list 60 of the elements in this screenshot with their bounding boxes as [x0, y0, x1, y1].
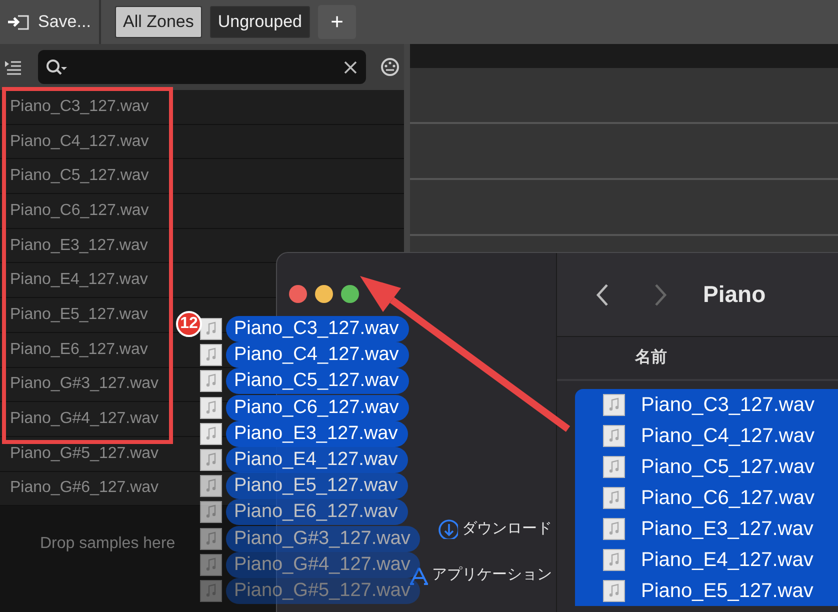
back-icon[interactable]: [595, 282, 611, 306]
folder-arrow-icon: [6, 13, 30, 31]
audio-file-icon: [200, 344, 222, 366]
dragged-file: Piano_E5_127.wav: [226, 473, 408, 500]
sample-name[interactable]: Piano_G#6_127.wav: [10, 476, 159, 500]
audio-file-icon: [603, 456, 625, 478]
file-row[interactable]: Piano_C6_127.wav: [575, 482, 838, 513]
audio-file-icon: [603, 580, 625, 602]
audio-file-icon: [200, 449, 222, 472]
sample-name[interactable]: Piano_E6_127.wav: [10, 338, 148, 362]
sample-name[interactable]: Piano_E5_127.wav: [10, 302, 148, 327]
folder-title: Piano: [703, 280, 766, 310]
dragged-file: Piano_C6_127.wav: [226, 394, 409, 421]
dragged-file: Piano_G#5_127.wav: [226, 578, 420, 604]
gauge-icon[interactable]: [380, 57, 400, 77]
sidebar-item[interactable]: アプリケーション: [432, 564, 552, 586]
audio-file-icon: [200, 422, 222, 445]
dragged-file: Piano_C4_127.wav: [226, 342, 409, 368]
drop-hint: Drop samples here: [40, 534, 176, 554]
file-row[interactable]: Piano_E5_127.wav: [575, 575, 838, 606]
dragged-file: Piano_E3_127.wav: [226, 420, 408, 447]
sample-name[interactable]: Piano_G#3_127.wav: [10, 372, 159, 396]
dragged-file: Piano_E6_127.wav: [226, 499, 408, 526]
audio-file-icon: [603, 394, 625, 416]
zone-tab[interactable]: All Zones: [115, 6, 202, 38]
column-header[interactable]: 名前: [635, 346, 667, 370]
dragged-file: Piano_C5_127.wav: [226, 368, 409, 394]
audio-file-icon: [200, 554, 222, 576]
audio-file-icon: [200, 580, 222, 602]
dragged-file: Piano_C3_127.wav: [226, 316, 409, 342]
sidebar-item[interactable]: ダウンロード: [462, 518, 552, 540]
list-icon[interactable]: [4, 58, 22, 76]
minimize-button[interactable]: [315, 285, 333, 303]
audio-file-icon: [603, 424, 625, 446]
zoom-button[interactable]: [341, 285, 359, 303]
audio-file-icon: [603, 486, 625, 508]
audio-file-icon: [200, 396, 222, 419]
audio-file-icon: [603, 518, 625, 540]
file-row[interactable]: Piano_C5_127.wav: [575, 451, 838, 482]
dragged-file: Piano_G#3_127.wav: [226, 526, 420, 552]
audio-file-icon: [603, 548, 625, 570]
audio-file-icon: [200, 475, 222, 498]
search-icon[interactable]: [46, 58, 68, 76]
file-row[interactable]: Piano_E4_127.wav: [575, 544, 838, 575]
audio-file-icon: [200, 501, 222, 524]
file-row[interactable]: Piano_C3_127.wav: [575, 389, 838, 420]
audio-file-icon: [200, 318, 222, 340]
audio-file-icon: [200, 528, 222, 550]
dragged-file: Piano_E4_127.wav: [226, 447, 408, 474]
sample-name[interactable]: Piano_G#5_127.wav: [10, 442, 159, 466]
dragged-file: Piano_G#4_127.wav: [226, 552, 420, 578]
file-row[interactable]: Piano_C4_127.wav: [575, 420, 838, 451]
close-button[interactable]: [289, 285, 307, 303]
search-field[interactable]: [38, 50, 366, 84]
download-icon: [438, 519, 458, 539]
audio-file-icon: [200, 370, 222, 392]
add-button[interactable]: +: [318, 5, 356, 39]
zone-tab[interactable]: Ungrouped: [210, 6, 310, 38]
file-row[interactable]: Piano_E3_127.wav: [575, 513, 838, 544]
close-icon[interactable]: [343, 60, 358, 74]
